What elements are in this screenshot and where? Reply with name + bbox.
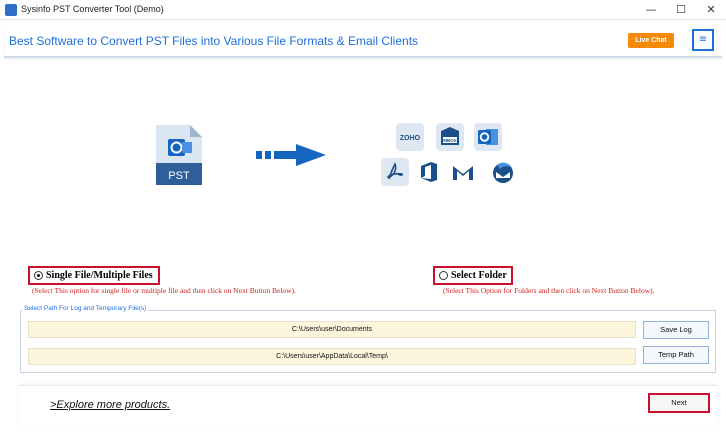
- svg-text:ZOHO: ZOHO: [400, 135, 421, 142]
- svg-text:MBOX: MBOX: [443, 138, 457, 143]
- app-icon: [5, 4, 17, 16]
- maximize-button[interactable]: ☐: [666, 0, 696, 20]
- live-chat-button[interactable]: Live Chat: [628, 33, 674, 48]
- single-files-label: Single File/Multiple Files: [46, 270, 153, 281]
- select-folder-label: Select Folder: [451, 270, 507, 281]
- minimize-button[interactable]: —: [636, 0, 666, 20]
- office365-icon: [415, 158, 443, 186]
- close-button[interactable]: ✕: [696, 0, 726, 20]
- zoho-icon: ZOHO: [396, 123, 424, 151]
- single-files-option[interactable]: Single File/Multiple Files: [28, 266, 160, 285]
- outlook-icon: [474, 123, 502, 151]
- hamburger-menu-button[interactable]: ≡: [692, 29, 714, 51]
- dashed-arrow-icon: [256, 144, 326, 166]
- app-header: Best Software to Convert PST Files into …: [4, 26, 722, 58]
- paths-legend: Select Path For Log and Temporary File(s…: [22, 305, 149, 312]
- select-folder-hint: (Select This Option for Folders and then…: [443, 286, 655, 295]
- thunderbird-icon: [489, 158, 517, 186]
- title-bar: Sysinfo PST Converter Tool (Demo) — ☐ ✕: [0, 0, 726, 20]
- mbox-icon: MBOX: [436, 123, 464, 151]
- explore-products-link[interactable]: >Explore more products.: [50, 399, 170, 411]
- pst-label: PST: [168, 170, 190, 182]
- page-title: Best Software to Convert PST Files into …: [9, 34, 419, 48]
- next-button[interactable]: Next: [648, 393, 710, 413]
- single-files-hint: (Select This option for single file or m…: [32, 286, 296, 295]
- log-path-field[interactable]: C:\Users\user\Documents: [28, 321, 636, 338]
- pst-file-icon: PST: [156, 125, 202, 185]
- select-folder-option[interactable]: Select Folder: [433, 266, 513, 285]
- select-folder-radio[interactable]: [439, 271, 448, 280]
- window-title: Sysinfo PST Converter Tool (Demo): [21, 4, 164, 14]
- single-files-radio[interactable]: [34, 271, 43, 280]
- save-log-button[interactable]: Save Log: [643, 321, 709, 339]
- temp-path-button[interactable]: Temp Path: [643, 346, 709, 364]
- temp-path-field[interactable]: C:\Users\user\AppData\Local\Temp\: [28, 348, 636, 365]
- hamburger-icon: ≡: [698, 34, 708, 45]
- pdf-icon: [381, 158, 409, 186]
- gmail-icon: [449, 158, 477, 186]
